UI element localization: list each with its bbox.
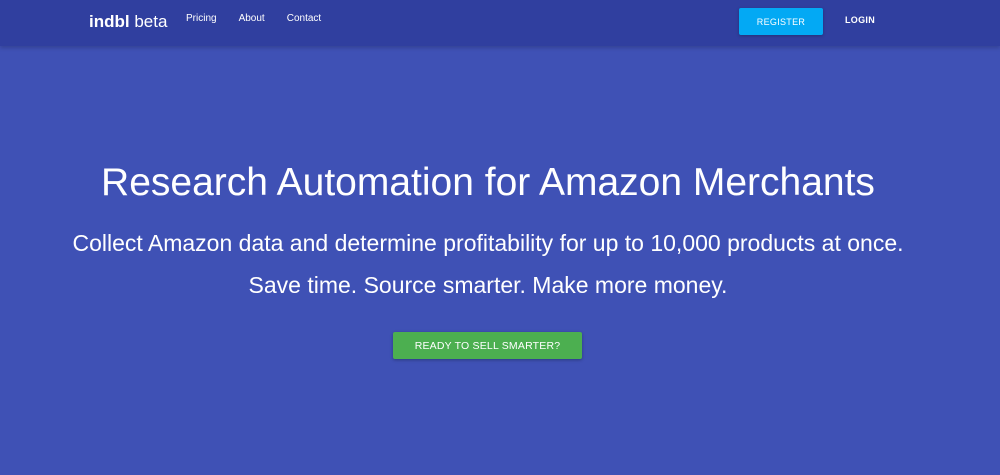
register-button[interactable]: REGISTER (739, 8, 823, 35)
nav-link-pricing[interactable]: Pricing (186, 12, 217, 26)
hero-subtitle-line2: Save time. Source smarter. Make more mon… (248, 272, 728, 298)
login-link[interactable]: LOGIN (845, 15, 875, 25)
hero-subtitle-line1: Collect Amazon data and determine profit… (72, 230, 904, 256)
brand-name: indbl (89, 12, 130, 31)
navbar: indbl beta Pricing About Contact REGISTE… (0, 0, 1000, 46)
cta-button[interactable]: READY TO SELL SMARTER? (393, 332, 582, 359)
brand-logo[interactable]: indbl beta (89, 11, 167, 33)
nav-links: Pricing About Contact (186, 12, 343, 26)
nav-link-contact[interactable]: Contact (287, 12, 321, 26)
nav-link-about[interactable]: About (239, 12, 265, 26)
brand-tag: beta (134, 12, 168, 31)
hero-title: Research Automation for Amazon Merchants (101, 161, 875, 204)
